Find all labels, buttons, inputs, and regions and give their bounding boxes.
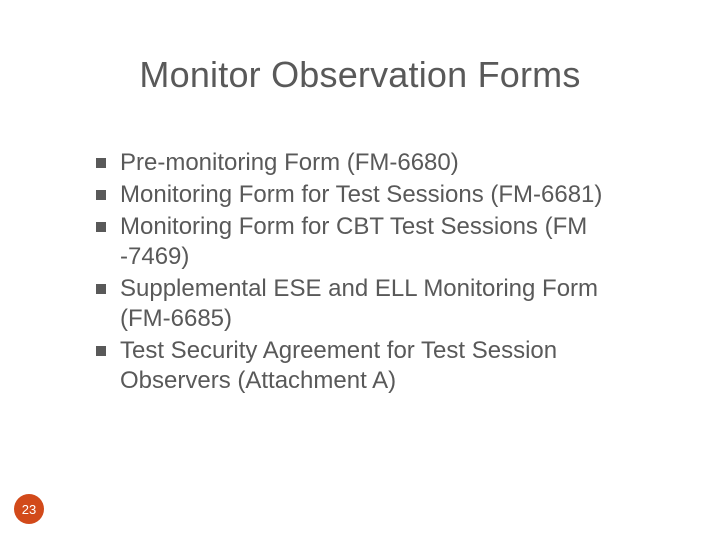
list-item-text: Supplemental ESE and ELL Monitoring Form… <box>120 274 648 334</box>
bullet-icon <box>96 158 106 168</box>
list-item: Pre-monitoring Form (FM-6680) <box>96 148 648 178</box>
list-item-text: Monitoring Form for CBT Test Sessions (F… <box>120 212 648 272</box>
list-item: Test Security Agreement for Test Session… <box>96 336 648 396</box>
list-item: Monitoring Form for CBT Test Sessions (F… <box>96 212 648 272</box>
list-item-text: Pre-monitoring Form (FM-6680) <box>120 148 648 178</box>
bullet-icon <box>96 346 106 356</box>
slide: Monitor Observation Forms Pre-monitoring… <box>0 0 720 540</box>
slide-body: Pre-monitoring Form (FM-6680) Monitoring… <box>96 148 648 398</box>
bullet-icon <box>96 284 106 294</box>
list-item: Supplemental ESE and ELL Monitoring Form… <box>96 274 648 334</box>
bullet-icon <box>96 190 106 200</box>
list-item: Monitoring Form for Test Sessions (FM-66… <box>96 180 648 210</box>
page-number-badge: 23 <box>14 494 44 524</box>
list-item-text: Test Security Agreement for Test Session… <box>120 336 648 396</box>
slide-title: Monitor Observation Forms <box>0 54 720 96</box>
list-item-text: Monitoring Form for Test Sessions (FM-66… <box>120 180 648 210</box>
bullet-icon <box>96 222 106 232</box>
